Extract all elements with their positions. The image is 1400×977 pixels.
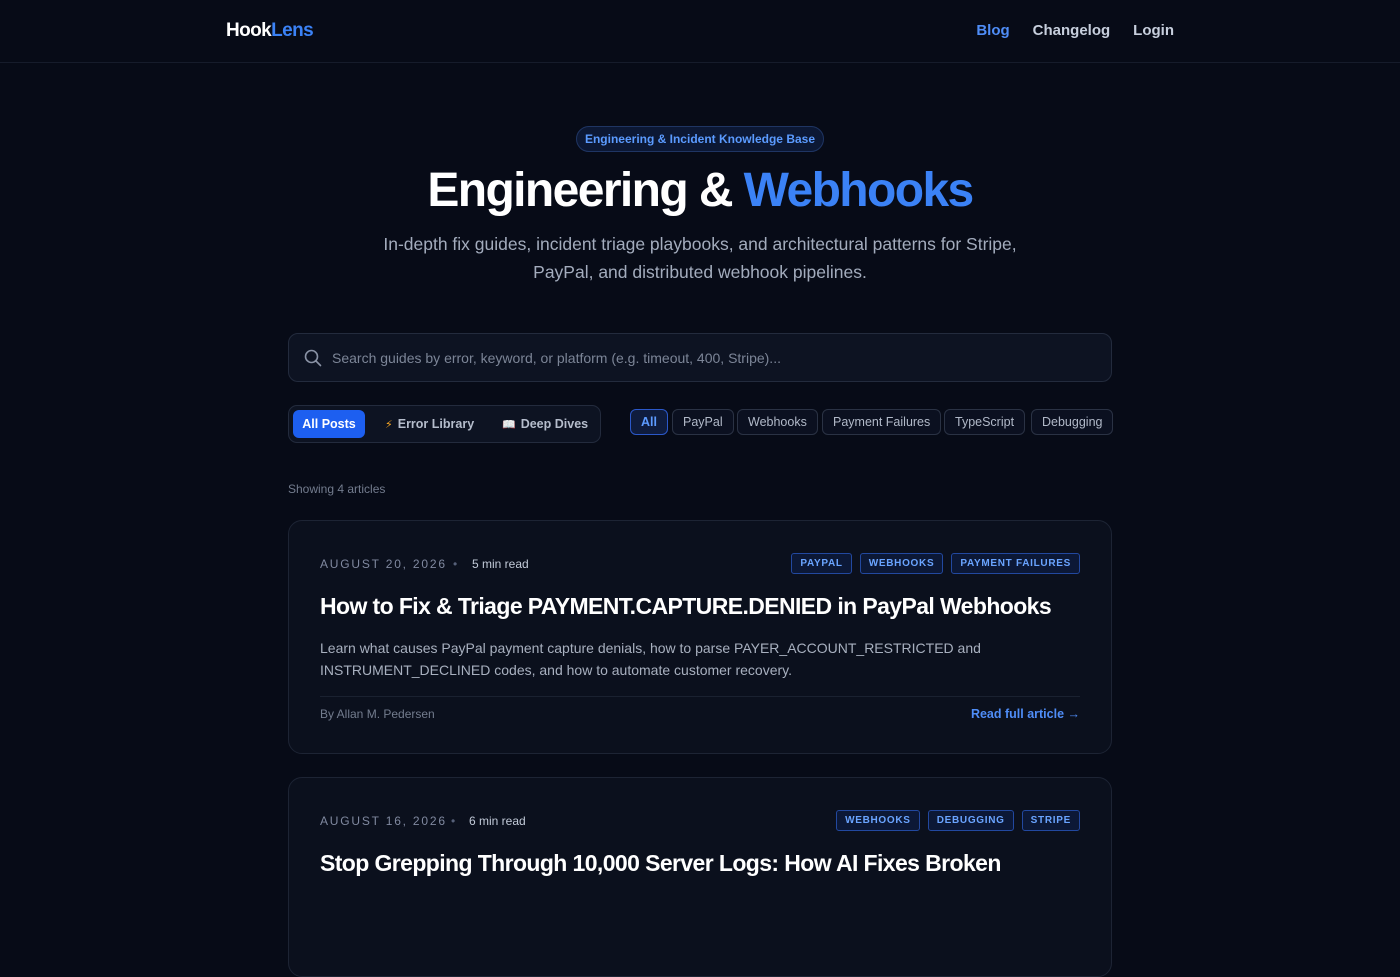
top-navigation-bar: HookLens Blog Changelog Login	[0, 0, 1400, 63]
segment-error-library[interactable]: ⚡ Error Library	[385, 410, 474, 438]
article-tags: PAYPAL WEBHOOKS PAYMENT FAILURES	[791, 553, 1080, 574]
search-bar	[288, 333, 1112, 382]
article-author: By Allan M. Pedersen	[320, 707, 435, 721]
article-read-time: 5 min read	[472, 557, 529, 571]
filter-chip-payment-failures[interactable]: Payment Failures	[822, 409, 942, 435]
logo-text-hook: Hook	[226, 20, 272, 41]
article-tag[interactable]: STRIPE	[1021, 810, 1080, 831]
meta-separator: •	[453, 557, 458, 571]
filter-chip-typescript[interactable]: TypeScript	[944, 409, 1026, 435]
nav-link-changelog[interactable]: Changelog	[1033, 22, 1111, 39]
content-type-switcher: All Posts ⚡ Error Library 📖 Deep Dives	[288, 405, 601, 443]
article-tag[interactable]: WEBHOOKS	[859, 553, 944, 574]
lightning-icon: ⚡	[385, 419, 393, 431]
knowledge-base-badge: Engineering & Incident Knowledge Base	[576, 126, 824, 152]
article-tags: WEBHOOKS DEBUGGING STRIPE	[836, 810, 1080, 831]
article-title[interactable]: Stop Grepping Through 10,000 Server Logs…	[320, 850, 1100, 877]
page-subtitle: In-depth fix guides, incident triage pla…	[383, 234, 1017, 282]
page-title-main: Engineering &	[427, 164, 733, 217]
filter-chip-all[interactable]: All	[630, 409, 668, 435]
article-date: AUGUST 16, 2026	[320, 814, 447, 828]
article-excerpt: Learn what causes PayPal payment capture…	[320, 640, 981, 678]
article-card[interactable]: AUGUST 16, 2026 • 6 min read WEBHOOKS DE…	[288, 777, 1112, 977]
filter-chip-paypal[interactable]: PayPal	[672, 409, 734, 435]
article-tag[interactable]: PAYMENT FAILURES	[951, 553, 1080, 574]
main-nav: Blog Changelog Login	[976, 22, 1174, 39]
search-input[interactable]	[332, 334, 1102, 381]
nav-link-blog[interactable]: Blog	[976, 22, 1009, 39]
article-tag[interactable]: WEBHOOKS	[836, 810, 920, 831]
read-full-article-link[interactable]: Read full article →	[971, 707, 1080, 721]
search-icon	[304, 349, 322, 367]
page-title: Engineering & Webhooks	[0, 163, 1400, 218]
filter-chip-debugging[interactable]: Debugging	[1031, 409, 1114, 435]
results-count: Showing 4 articles	[288, 482, 386, 496]
article-card[interactable]: AUGUST 20, 2026 • 5 min read PAYPAL WEBH…	[288, 520, 1112, 754]
card-divider	[320, 696, 1080, 697]
filter-chip-webhooks[interactable]: Webhooks	[737, 409, 818, 435]
segment-deep-dives[interactable]: 📖 Deep Dives	[502, 410, 588, 438]
logo-text-lens: Lens	[271, 20, 314, 41]
segment-deep-dives-label: Deep Dives	[520, 417, 589, 431]
article-date: AUGUST 20, 2026	[320, 557, 447, 571]
page-title-accent: Webhooks	[743, 164, 975, 217]
hooklens-logo[interactable]: HookLens	[226, 20, 314, 42]
meta-separator: •	[451, 814, 456, 828]
article-tag[interactable]: DEBUGGING	[927, 810, 1014, 831]
article-read-time: 6 min read	[469, 814, 526, 828]
article-title[interactable]: How to Fix & Triage PAYMENT.CAPTURE.DENI…	[320, 593, 1100, 620]
segment-all-posts-label: All Posts	[302, 417, 356, 431]
segment-error-library-label: Error Library	[397, 417, 475, 431]
article-tag[interactable]: PAYPAL	[791, 553, 852, 574]
nav-link-login[interactable]: Login	[1133, 22, 1174, 39]
book-icon: 📖	[502, 419, 516, 431]
segment-all-posts[interactable]: All Posts	[293, 410, 365, 438]
